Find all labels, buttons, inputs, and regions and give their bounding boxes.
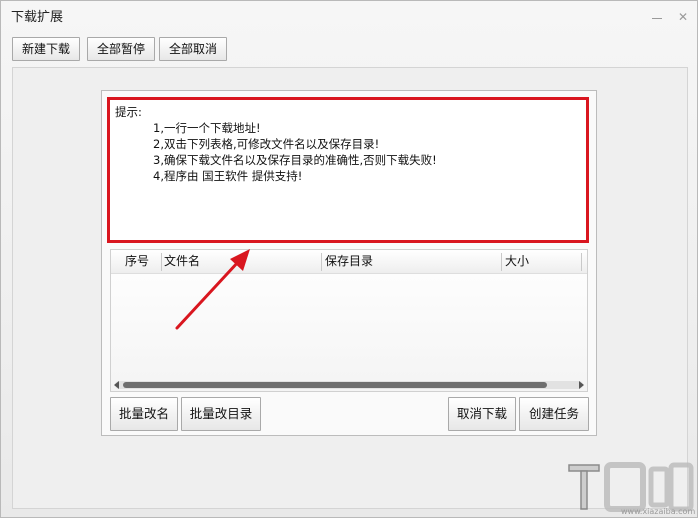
- scrollbar-thumb[interactable]: [123, 382, 547, 388]
- column-divider[interactable]: [581, 253, 582, 271]
- minimize-icon[interactable]: [651, 11, 663, 23]
- hint-line: 3,确保下载文件名以及保存目录的准确性,否则下载失败!: [153, 153, 437, 167]
- scroll-right-icon[interactable]: [579, 381, 584, 389]
- scroll-left-icon[interactable]: [114, 381, 119, 389]
- url-input-textarea[interactable]: 提示: 1,一行一个下载地址! 2,双击下列表格,可修改文件名以及保存目录! 3…: [107, 97, 589, 243]
- download-extension-window: 下载扩展 ✕ 新建下载 全部暂停 全部取消 提示: 1,一行一个下载地址! 2,…: [0, 0, 698, 518]
- close-icon[interactable]: ✕: [677, 11, 689, 23]
- column-header-save-dir[interactable]: 保存目录: [321, 250, 501, 273]
- hint-line: 2,双击下列表格,可修改文件名以及保存目录!: [153, 137, 380, 151]
- table-header: 序号 文件名 保存目录 大小: [111, 250, 587, 274]
- cancel-all-button[interactable]: 全部取消: [159, 37, 227, 61]
- cancel-download-button[interactable]: 取消下载: [448, 397, 516, 431]
- batch-rename-button[interactable]: 批量改名: [110, 397, 178, 431]
- column-header-filename[interactable]: 文件名: [160, 250, 320, 273]
- window-title: 下载扩展: [11, 10, 64, 25]
- hint-line: 4,程序由 国王软件 提供支持!: [153, 169, 303, 183]
- batch-change-dir-button[interactable]: 批量改目录: [181, 397, 261, 431]
- column-header-index[interactable]: 序号: [121, 250, 161, 273]
- horizontal-scrollbar[interactable]: [114, 381, 584, 389]
- hint-line: 1,一行一个下载地址!: [153, 121, 261, 135]
- pause-all-button[interactable]: 全部暂停: [87, 37, 155, 61]
- column-header-size[interactable]: 大小: [501, 250, 581, 273]
- download-list-table[interactable]: 序号 文件名 保存目录 大小: [110, 249, 588, 392]
- watermark-url: www.xiazaiba.com: [621, 507, 696, 516]
- hint-label: 提示:: [115, 105, 142, 119]
- create-task-button[interactable]: 创建任务: [519, 397, 589, 431]
- new-download-button[interactable]: 新建下载: [12, 37, 80, 61]
